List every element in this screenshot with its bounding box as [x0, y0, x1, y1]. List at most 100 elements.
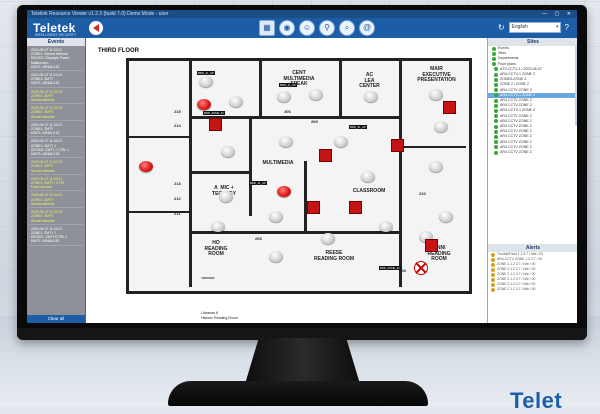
status-dot-icon	[492, 57, 496, 61]
call-point-icon[interactable]	[209, 118, 222, 131]
refresh-icon[interactable]: ↻	[498, 23, 505, 32]
smoke-detector-icon[interactable]	[221, 146, 235, 157]
clear-all-button[interactable]: Clear all	[27, 315, 85, 323]
events-panel: Events 2023-06-07 11:22:21 ZONE1: Smoke d…	[27, 38, 86, 323]
smoke-detector-alarm-icon[interactable]	[277, 186, 291, 197]
alert-dot-icon	[491, 267, 495, 272]
status-dot-icon	[494, 140, 498, 145]
room-number: 215	[174, 109, 181, 114]
status-dot-icon	[494, 114, 498, 119]
room-label: CENT MULTIMEDIA SPEAK	[283, 70, 315, 87]
event-item[interactable]: 2023-06-07 11:22:21 ZONE1: ZMTY Smoke dete…	[29, 159, 83, 175]
event-line: UNIT1: AR4ALK18	[31, 131, 60, 136]
at-icon[interactable]: @	[359, 20, 375, 36]
room-number: 213	[174, 181, 181, 186]
call-point-icon[interactable]	[425, 239, 438, 252]
search-user-icon[interactable]: ⚲	[319, 20, 335, 36]
event-item[interactable]: 2023-06-07 11:22:21 ZONE1: ZMTY Smoke dete…	[29, 89, 83, 105]
language-select[interactable]: English	[508, 22, 561, 33]
event-item[interactable]: 2023-06-07 11:22:21 ZONE1: Smoke detector…	[29, 47, 83, 72]
alert-dot-icon	[491, 277, 495, 282]
status-dot-icon	[494, 124, 498, 129]
smoke-detector-icon[interactable]	[269, 211, 283, 222]
smoke-detector-icon[interactable]	[199, 76, 213, 87]
event-line: Smoke detector	[31, 98, 55, 103]
room-number: 210	[419, 191, 426, 196]
event-line: DEVICE: Repetyle Power Malfunction	[31, 56, 70, 65]
tree-item[interactable]: AR4 CCTV ZONE 2	[488, 150, 577, 155]
call-point-icon[interactable]	[307, 201, 320, 214]
smoke-detector-icon[interactable]	[277, 91, 291, 102]
device-tag: BRD_4L_AP	[249, 181, 267, 185]
event-item[interactable]: 2023-06-07 11:22:21 ZONE1: ZMTY UNIT1: AR4…	[29, 72, 83, 88]
room-number: 206	[284, 109, 291, 114]
call-point-icon[interactable]	[391, 139, 404, 152]
room-label: CLASSROOM	[352, 188, 386, 194]
wall	[249, 116, 252, 216]
window-title: Telelink Resource Viewer v1.2.3 (build 7…	[31, 11, 169, 17]
status-dot-icon	[494, 150, 498, 155]
room-label: AC LEA CENTER	[359, 72, 380, 89]
smoke-detector-icon[interactable]	[439, 211, 453, 222]
smoke-detector-icon[interactable]	[309, 89, 323, 100]
alert-dot-icon	[491, 257, 495, 262]
event-item[interactable]: 2023-06-07 11:22:21 ZONE1: ZMTY Smoke dete…	[29, 192, 83, 209]
smoke-detector-alarm-icon[interactable]	[197, 99, 211, 110]
smoke-detector-icon[interactable]	[429, 161, 443, 172]
status-dot-icon	[494, 72, 498, 77]
smoke-detector-icon[interactable]	[364, 91, 378, 102]
brand-watermark: Telet	[510, 388, 563, 413]
alert-label: ZONE 2.1.2.3.7 / Idle / 00	[497, 287, 536, 291]
smoke-detector-icon[interactable]	[361, 171, 375, 182]
alarm-flag-icon[interactable]	[89, 21, 103, 35]
call-point-icon[interactable]	[443, 101, 456, 114]
room-label: MAIR EXECUTIVE PRESENTATION	[417, 66, 456, 83]
status-dot-icon	[494, 109, 498, 114]
smoke-detector-icon[interactable]	[334, 136, 348, 147]
smoke-detector-icon[interactable]	[229, 96, 243, 107]
header-right: ↻ English ?	[498, 22, 569, 33]
user-icon[interactable]: ☺	[299, 20, 315, 36]
tree-item-label: AR4 CCTV ZONE 2	[500, 150, 532, 155]
smoke-detector-icon[interactable]	[211, 221, 225, 232]
event-item[interactable]: 2023-06-07 11:22:21 ZONE1: ZMTY Smoke dete…	[29, 209, 83, 225]
event-item[interactable]: 2023-06-07 11:22:21 ZONE1: ZMTY 1 DEVICE: …	[29, 138, 83, 159]
disabled-device-icon[interactable]	[414, 261, 428, 275]
event-item[interactable]: 2023-06-07 11:22:21 ZONE1: ZMTY 1 DEVICE: …	[29, 226, 83, 246]
smoke-detector-icon[interactable]	[429, 89, 443, 100]
call-point-icon[interactable]	[349, 201, 362, 214]
alert-dot-icon	[491, 272, 495, 277]
smoke-detector-icon[interactable]	[269, 251, 283, 262]
smoke-detector-icon[interactable]	[279, 136, 293, 147]
room-label: MULTIMEDIA	[262, 160, 294, 166]
call-point-icon[interactable]	[319, 149, 332, 162]
floor-plan: CENT MULTIMEDIA SPEAK AC LEA CENTER MAIR…	[126, 58, 472, 294]
smoke-detector-icon[interactable]	[434, 121, 448, 132]
smoke-detector-alarm-icon[interactable]	[139, 161, 153, 172]
window-controls[interactable]: — ▢ ✕	[542, 10, 574, 18]
status-dot-icon	[492, 46, 496, 51]
right-panel: Sites Events Sites Departments Floor plans A…	[487, 38, 577, 323]
window-titlebar: Telelink Resource Viewer v1.2.3 (build 7…	[27, 10, 577, 18]
grid-icon[interactable]: ▦	[259, 20, 275, 36]
wifi-icon[interactable]: ◉	[279, 20, 295, 36]
room-number: 205	[255, 236, 262, 241]
device-tag: BRD_4L_AP	[197, 71, 215, 75]
search-icon[interactable]: ⌕	[339, 20, 355, 36]
smoke-detector-icon[interactable]	[321, 233, 335, 244]
event-item[interactable]: 2023-06-07 11:22:21 ZONE1: ZMTY Smoke dete…	[29, 105, 83, 121]
scrollbar[interactable]	[575, 46, 577, 126]
device-tag: BRD_4L_AP	[349, 125, 367, 129]
room-label: LINNI READING ROOM	[427, 245, 451, 262]
status-dot-icon	[494, 83, 498, 88]
event-item[interactable]: 2023-06-07 11:22:21 ZONE1: ZMTY UNIT1: AR4…	[29, 122, 83, 138]
floor-title: THIRD FLOOR	[98, 48, 139, 54]
alert-item[interactable]: ZONE 2.1.2.3.7 / Idle / 00	[488, 287, 577, 292]
smoke-detector-icon[interactable]	[219, 191, 233, 202]
status-dot-icon	[494, 119, 498, 124]
event-line: UNIT1: AR4ALK18	[31, 239, 60, 244]
smoke-detector-icon[interactable]	[379, 221, 393, 232]
event-item[interactable]: 2023-06-07 11:22:21 ZONE1: ZMTY / CTRL Fau…	[29, 176, 83, 192]
help-icon[interactable]: ?	[565, 23, 569, 32]
wall	[304, 161, 307, 231]
